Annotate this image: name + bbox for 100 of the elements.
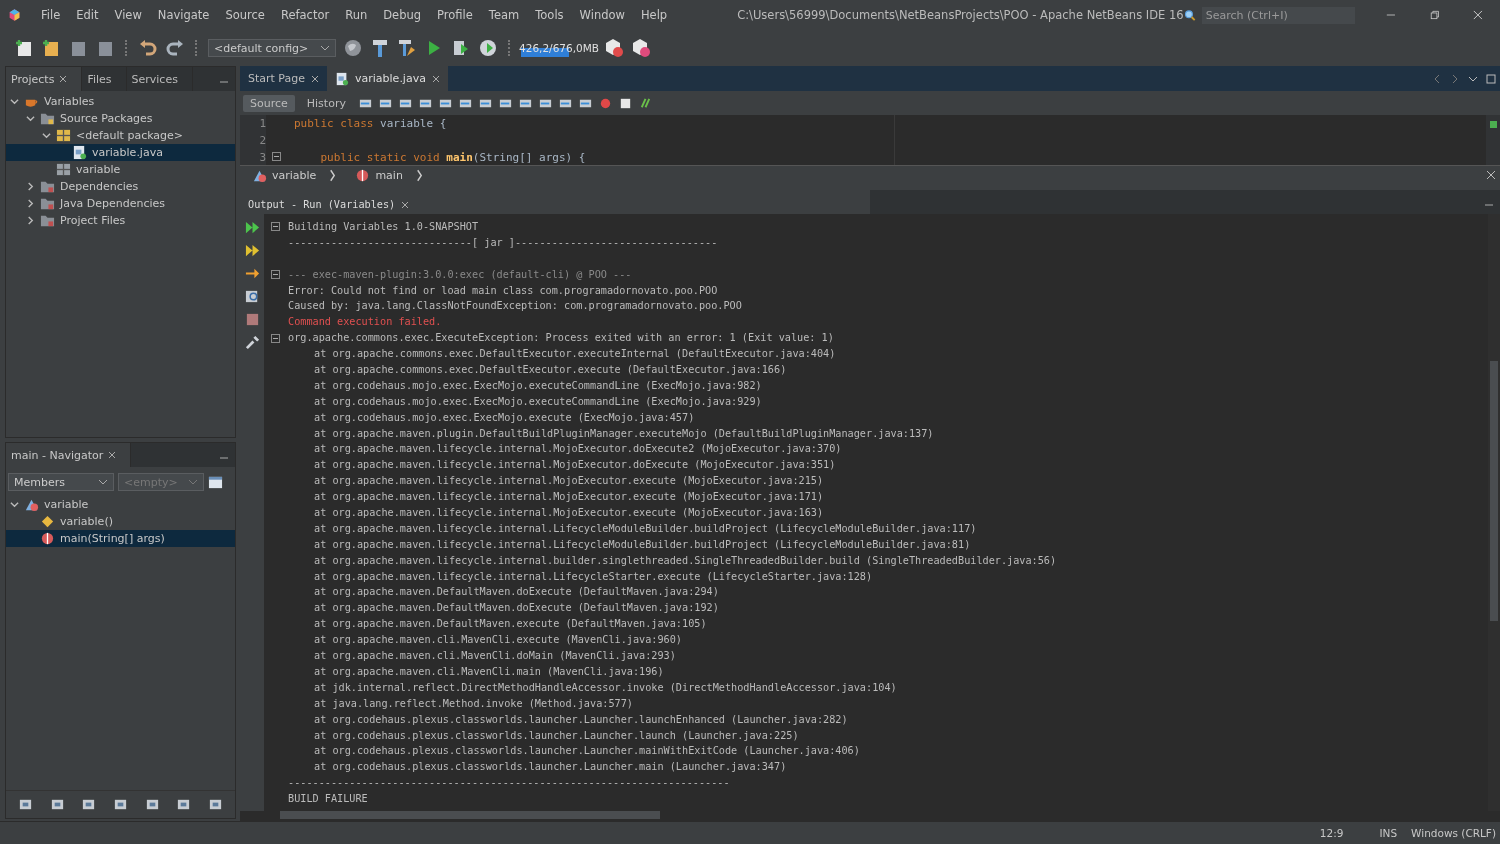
folder-icon [40,179,55,194]
menu-item[interactable]: Refactor [272,8,338,22]
output-line: at org.codehaus.plexus.classworlds.launcher.Launcher.mainWithExitCode (Launcher.java:406) [314,744,860,759]
tree-item[interactable]: Project Files [6,212,235,229]
circle-icon [355,167,371,183]
maximize-icon[interactable] [1486,73,1496,84]
menu-item[interactable]: Run [337,8,376,22]
output-line: at jdk.internal.reflect.DirectMethodHandleAccessor.invoke (DirectMethodHandleAccessor.java:104) [314,680,897,695]
clean-build-icon[interactable] [397,38,417,58]
fold-icon[interactable] [270,222,280,232]
tree-item[interactable]: variable [6,161,235,178]
search-field[interactable]: Search (Ctrl+I) [1201,6,1355,24]
tree-item[interactable]: Source Packages [6,110,235,127]
fold-icon[interactable] [270,270,280,280]
hammer-icon[interactable] [370,38,390,58]
arrow-right-icon[interactable] [244,266,260,281]
tree-item[interactable]: <default package> [6,127,235,144]
tree-item[interactable]: Java Dependencies [6,195,235,212]
caret-icon [188,479,198,485]
globe-icon[interactable] [343,38,363,58]
menu-item[interactable]: Debug [375,8,430,22]
menu-item[interactable]: Help [632,8,676,22]
insert-mode: INS [1379,827,1398,839]
tree-item[interactable]: variable.java [6,144,235,161]
tree-item[interactable]: variable() [6,513,235,530]
scrollbar-thumb[interactable] [280,811,660,819]
chevron-down-icon[interactable] [10,97,19,106]
tree-item[interactable]: Dependencies [6,178,235,195]
code-line: public static void main(String[] args) { [319,151,586,164]
tree-item[interactable]: main(String[] args) [6,530,235,547]
panel-tab[interactable]: Files [82,67,127,91]
menu-item[interactable]: File [33,8,69,22]
members-dropdown[interactable]: Members [8,473,114,491]
chevron-right-icon [329,168,337,182]
settings-icon[interactable] [244,335,260,350]
tree-item[interactable]: Variables [6,93,235,110]
stop-icon[interactable] [244,312,260,327]
fold-icon[interactable] [270,333,280,343]
chevron-down-icon[interactable] [42,131,51,140]
close-icon[interactable] [401,200,410,209]
rerun-icon[interactable] [244,220,260,235]
chevron-right-icon[interactable] [26,199,35,208]
scroll-right-icon[interactable] [1450,73,1460,84]
menu-item[interactable]: Edit [68,8,107,22]
editor-tab[interactable]: variable.java [327,66,448,91]
panel-tab[interactable]: main - Navigator [6,443,132,467]
tree-item[interactable]: variable [6,496,235,513]
new-file-icon[interactable] [14,38,34,58]
menu-item[interactable]: Window [571,8,633,22]
output-tab[interactable]: Output - Run (Variables) [240,190,870,214]
gc-icon[interactable] [604,38,624,58]
chevron-right-icon[interactable] [26,216,35,225]
redo-icon[interactable] [165,38,185,58]
chevron-down-icon[interactable] [26,114,35,123]
breadcrumb-item[interactable]: main [351,167,403,183]
layout-icon[interactable] [208,474,223,490]
output-line: at org.codehaus.plexus.classworlds.launcher.Launcher.launch (Launcher.java:225) [314,728,799,743]
output-line: at org.apache.commons.exec.DefaultExecutor.execute (DefaultExecutor.java:166) [314,363,787,377]
panel-tab[interactable]: Projects [6,67,83,91]
menu-item[interactable]: View [106,8,150,22]
output-line: at org.apache.maven.cli.MavenCli.execute (MavenCli.java:960) [314,633,682,648]
chevron-right-icon[interactable] [26,182,35,191]
window-title: C:\Users\56999\Documents\NetBeansProjects\POO - Apache NetBeans IDE 16 [737,8,1184,22]
close-icon[interactable] [1473,9,1484,21]
restore-icon[interactable] [1429,9,1440,21]
circle-icon [40,531,55,546]
scroll-left-icon[interactable] [1432,73,1442,84]
output-line: at org.apache.maven.DefaultMaven.execute (DefaultMaven.java:105) [314,617,707,632]
menu-item[interactable]: Profile [429,8,481,22]
menu-item[interactable]: Source [217,8,273,22]
output-line: at org.apache.maven.plugin.DefaultBuildPluginManager.executeMojo (DefaultBuildPluginManager.java:137) [314,426,934,441]
fold-icon[interactable] [271,152,281,162]
output-line: --- exec-maven-plugin:3.0.0:exec (default-cli) @ POO --- [288,267,632,282]
menu-item[interactable]: Tools [527,8,572,22]
search-icon[interactable] [1183,7,1196,23]
menu-item[interactable]: Team [480,8,528,22]
close-icon[interactable] [59,75,68,83]
output-line: ------------------------------------------------------------------------ [288,776,730,791]
panel-tab[interactable]: Services [126,67,193,91]
chevron-right-icon [415,168,423,182]
configuration-dropdown[interactable]: <default config> [208,39,336,57]
scrollbar-thumb[interactable] [1490,361,1498,621]
undo-icon[interactable] [138,38,158,58]
new-project-icon[interactable] [41,38,61,58]
editor-tab[interactable]: Start Page [240,66,327,91]
chevron-down-icon[interactable] [10,500,19,509]
close-icon[interactable] [431,74,440,83]
close-icon[interactable] [1486,170,1496,180]
breadcrumb-item[interactable]: variable [248,167,317,183]
close-icon[interactable] [311,74,319,83]
mode-tab[interactable]: History [299,94,353,112]
output-line: at org.codehaus.plexus.classworlds.launcher.Launcher.launchEnhanced (Launcher.java:282) [314,712,848,727]
menu-item[interactable]: Navigate [149,8,218,22]
output-line: at org.apache.maven.lifecycle.internal.MojoExecutor.doExecute (MojoExecutor.java:351) [314,458,836,473]
output-line: at org.apache.maven.lifecycle.internal.MojoExecutor.doExecute2 (MojoExecutor.java:370) [314,442,842,457]
close-icon[interactable] [108,451,117,459]
profile-icon[interactable] [478,38,498,58]
mode-tab[interactable]: Source [243,94,295,112]
snapshot-icon[interactable] [631,38,651,58]
rerun-goals-icon[interactable] [244,243,260,258]
